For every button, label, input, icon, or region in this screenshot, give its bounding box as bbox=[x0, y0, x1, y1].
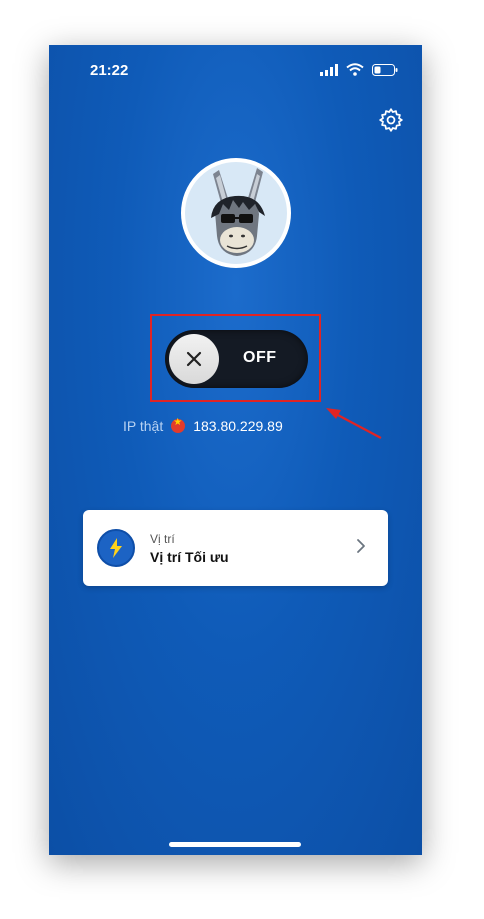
location-label: Vị trí bbox=[150, 532, 175, 546]
gear-icon[interactable] bbox=[378, 107, 404, 133]
wifi-icon bbox=[346, 63, 364, 76]
location-card[interactable]: Vị trí Vị trí Tối ưu bbox=[83, 510, 388, 586]
donkey-avatar bbox=[181, 158, 291, 268]
ip-label: IP thật bbox=[123, 418, 164, 434]
signal-icon bbox=[320, 63, 338, 76]
location-icon bbox=[97, 529, 135, 567]
ip-row: IP thật 183.80.229.89 bbox=[123, 417, 283, 434]
highlight-box bbox=[150, 314, 321, 402]
battery-icon bbox=[372, 63, 398, 76]
location-value: Vị trí Tối ưu bbox=[150, 549, 229, 565]
ip-address: 183.80.229.89 bbox=[193, 418, 283, 434]
status-icons bbox=[320, 63, 398, 76]
home-indicator bbox=[169, 842, 301, 847]
status-time: 21:22 bbox=[90, 62, 129, 79]
phone-screen: 21:22 OFF IP thật ★ 183.80.229.89 Vị trí… bbox=[49, 45, 422, 855]
vietnam-flag-icon bbox=[171, 417, 186, 433]
lightning-icon bbox=[110, 538, 122, 558]
chevron-right-icon bbox=[357, 539, 365, 553]
